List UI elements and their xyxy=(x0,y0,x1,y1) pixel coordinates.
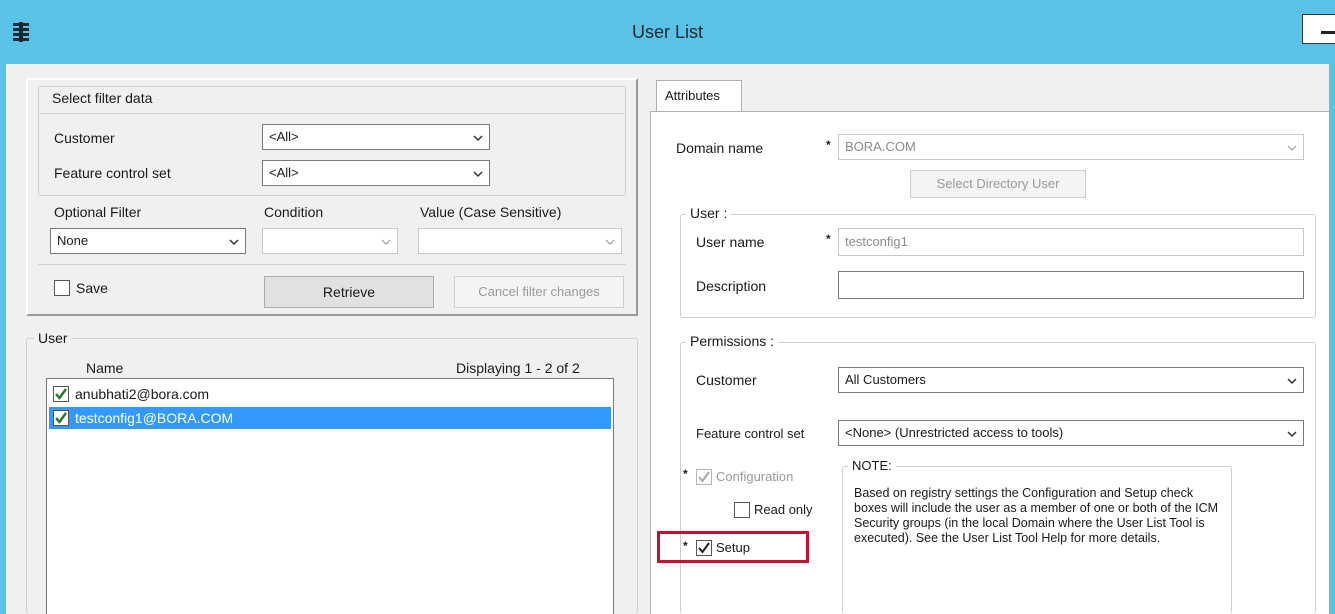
chevron-down-icon xyxy=(1287,429,1297,439)
chevron-down-icon xyxy=(229,237,239,247)
domain-name-label: Domain name xyxy=(676,140,764,156)
customer-dropdown-value: <All> xyxy=(269,129,299,144)
required-marker: * xyxy=(826,138,831,152)
user-group-label: User xyxy=(34,330,72,346)
required-marker: * xyxy=(683,539,688,553)
list-item[interactable]: anubhati2@bora.com xyxy=(49,383,611,405)
chevron-down-icon xyxy=(1287,376,1297,386)
list-item-selected[interactable]: testconfig1@BORA.COM xyxy=(49,407,611,429)
perm-customer-dropdown[interactable]: All Customers xyxy=(838,367,1304,393)
name-column-header: Name xyxy=(86,360,124,376)
read-only-checkbox[interactable] xyxy=(734,502,750,518)
divider xyxy=(40,113,624,114)
note-label: NOTE: xyxy=(848,458,896,473)
tab-attributes[interactable]: Attributes xyxy=(656,80,742,112)
filter-group-label: Select filter data xyxy=(52,90,153,106)
user-listbox[interactable]: anubhati2@bora.com testconfig1@BORA.COM xyxy=(46,378,614,614)
configuration-checkbox[interactable] xyxy=(696,469,712,485)
fcs-dropdown-value: <All> xyxy=(269,165,299,180)
chevron-down-icon xyxy=(605,237,615,247)
window-frame-left xyxy=(0,64,6,614)
cancel-filter-changes-button[interactable]: Cancel filter changes xyxy=(454,276,624,308)
value-label: Value (Case Sensitive) xyxy=(420,204,562,220)
retrieve-button[interactable]: Retrieve xyxy=(264,276,434,308)
displaying-count: Displaying 1 - 2 of 2 xyxy=(456,360,580,376)
description-field[interactable] xyxy=(838,271,1304,299)
chevron-down-icon xyxy=(381,237,391,247)
customer-label: Customer xyxy=(54,130,115,146)
user-details-group-label: User : xyxy=(686,205,732,221)
read-only-label: Read only xyxy=(754,502,813,517)
value-dropdown[interactable] xyxy=(418,228,622,254)
minimize-button[interactable] xyxy=(1302,14,1335,44)
permissions-group-label: Permissions : xyxy=(686,333,779,349)
condition-label: Condition xyxy=(264,204,324,220)
user-name-field[interactable]: testconfig1 xyxy=(838,228,1304,256)
window-title: User List xyxy=(631,22,703,42)
perm-fcs-label: Feature control set xyxy=(696,426,805,441)
domain-name-dropdown[interactable]: BORA.COM xyxy=(838,134,1304,160)
required-marker: * xyxy=(826,232,831,246)
optional-filter-label: Optional Filter xyxy=(54,204,142,220)
required-marker: * xyxy=(683,467,688,481)
save-label: Save xyxy=(76,280,108,296)
condition-dropdown[interactable] xyxy=(262,228,398,254)
chevron-down-icon xyxy=(473,169,483,179)
divider xyxy=(38,264,626,265)
user-checkbox[interactable] xyxy=(53,386,69,402)
fcs-dropdown[interactable]: <All> xyxy=(262,160,490,186)
window-frame-right xyxy=(1329,64,1335,614)
perm-fcs-value: <None> (Unrestricted access to tools) xyxy=(845,425,1064,440)
app-menu-icon[interactable] xyxy=(12,22,30,42)
optional-filter-value: None xyxy=(57,233,89,248)
user-name-label: User name xyxy=(696,234,765,250)
perm-customer-label: Customer xyxy=(696,372,757,388)
note-text: Based on registry settings the Configura… xyxy=(854,486,1219,545)
optional-filter-dropdown[interactable]: None xyxy=(50,228,246,254)
domain-name-value: BORA.COM xyxy=(845,139,916,154)
chevron-down-icon xyxy=(473,133,483,143)
select-directory-user-button[interactable]: Select Directory User xyxy=(910,170,1086,198)
setup-checkbox[interactable] xyxy=(696,540,712,556)
perm-customer-value: All Customers xyxy=(845,372,926,387)
fcs-label: Feature control set xyxy=(54,165,171,181)
tab-attributes-label: Attributes xyxy=(665,88,720,103)
chevron-down-icon xyxy=(1287,143,1297,153)
description-label: Description xyxy=(696,278,767,294)
customer-dropdown[interactable]: <All> xyxy=(262,124,490,150)
user-name: testconfig1@BORA.COM xyxy=(75,410,234,426)
user-name: anubhati2@bora.com xyxy=(75,386,210,402)
perm-fcs-dropdown[interactable]: <None> (Unrestricted access to tools) xyxy=(838,420,1304,446)
setup-label: Setup xyxy=(716,540,750,555)
save-checkbox[interactable] xyxy=(54,280,70,296)
user-checkbox[interactable] xyxy=(53,410,69,426)
configuration-label: Configuration xyxy=(716,469,794,484)
